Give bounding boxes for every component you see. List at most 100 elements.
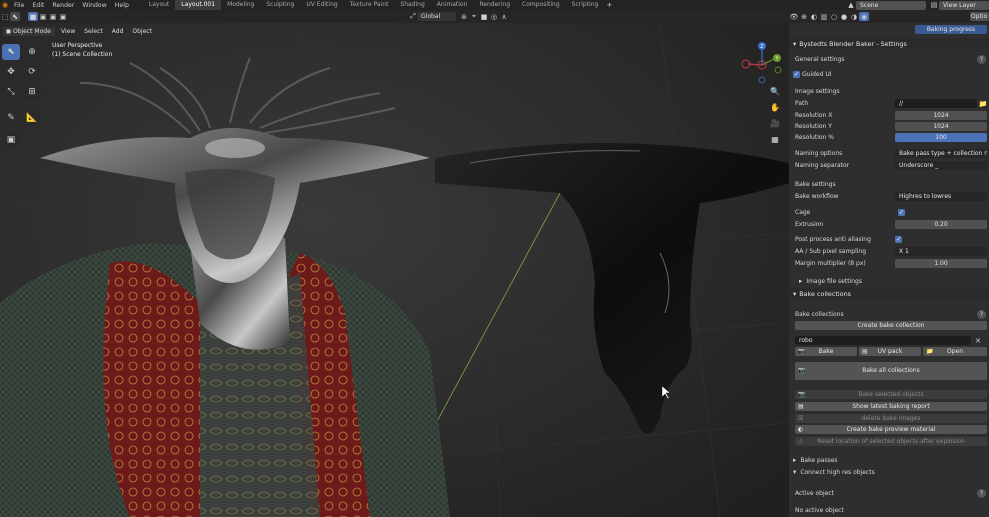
menu-select[interactable]: Select (81, 27, 106, 36)
measure-tool-icon[interactable]: 📐 (23, 110, 41, 126)
overlay-icon[interactable]: ◐ (809, 12, 819, 21)
menu-add[interactable]: Add (109, 27, 127, 36)
open-button[interactable]: 📁 Open (923, 347, 987, 356)
guided-ui-label: Guided UI (802, 70, 832, 78)
help-icon[interactable]: ? (977, 55, 986, 64)
tab-texture-paint[interactable]: Texture Paint (344, 0, 395, 10)
transform-orientation-select[interactable]: Global (418, 12, 456, 21)
shading-solid-icon[interactable]: ● (839, 12, 849, 21)
options-button[interactable]: Optio (970, 12, 989, 21)
resolution-x-field[interactable]: 1024 (895, 111, 987, 120)
blender-logo-icon[interactable]: ◉ (0, 1, 10, 10)
move-tool-icon[interactable]: ✥ (2, 64, 20, 80)
viewport-overlay-text: User Perspective (1) Scene Collection (52, 41, 112, 59)
proportional-edit-icon[interactable]: ◎ (489, 12, 499, 21)
rotate-tool-icon[interactable]: ⟳ (23, 64, 41, 80)
editor-type-icon[interactable]: ⬚ (0, 12, 10, 21)
object-mode-select[interactable]: ◼ Object Mode (3, 27, 55, 36)
view-layer-field[interactable]: View Layer (939, 0, 989, 10)
reset-location-button[interactable]: ⚠ Reset location of selected objects aft… (795, 437, 987, 446)
tab-layout[interactable]: Layout (143, 0, 175, 10)
create-preview-material-button[interactable]: ◐ Create bake preview material (795, 425, 987, 434)
tab-rendering[interactable]: Rendering (473, 0, 516, 10)
margin-multiplier-field[interactable]: 1.00 (895, 259, 987, 268)
snap-target-icon[interactable]: ■ (479, 12, 489, 21)
tab-compositing[interactable]: Compositing (516, 0, 566, 10)
visibility-icon[interactable]: 👁 (789, 12, 799, 21)
navigation-gizmo[interactable]: Z Y (740, 40, 785, 90)
path-input[interactable]: // (895, 99, 977, 108)
extrusion-field[interactable]: 0.20 (895, 220, 987, 229)
menu-edit[interactable]: Edit (28, 2, 48, 9)
aa-sampling-select[interactable]: X 1 (895, 247, 987, 256)
snap-icon[interactable]: ⌖ (469, 12, 479, 21)
select-mode-extend-icon[interactable]: ▣ (38, 12, 48, 21)
menu-render[interactable]: Render (48, 2, 78, 9)
add-workspace-icon[interactable]: + (604, 1, 614, 10)
cursor-tool-icon[interactable]: ⊕ (23, 44, 41, 60)
object-mode-icon: ◼ (6, 28, 11, 35)
shading-rendered-icon[interactable]: ◉ (859, 12, 869, 21)
pivot-icon[interactable]: ⊛ (459, 12, 469, 21)
3d-viewport[interactable] (0, 23, 789, 517)
tab-scripting[interactable]: Scripting (566, 0, 605, 10)
bake-all-collections-button[interactable]: 📷 Bake all collections (795, 362, 987, 380)
collection-name-input[interactable]: robo (795, 336, 971, 345)
post-process-aa-checkbox[interactable]: ✓ (895, 236, 902, 243)
show-baking-report-button[interactable]: ▤ Show latest baking report (795, 402, 987, 411)
tab-shading[interactable]: Shading (394, 0, 430, 10)
bake-passes-header[interactable]: ▸ Bake passes (793, 455, 987, 465)
xray-icon[interactable]: ▥ (819, 12, 829, 21)
uv-pack-button[interactable]: ▤ UV pack (859, 347, 921, 356)
pan-hand-icon[interactable]: ✋ (768, 100, 782, 114)
tab-layout-001[interactable]: Layout.001 (175, 0, 222, 10)
gizmo-icon[interactable]: ⊕ (799, 12, 809, 21)
bake-selected-objects-button[interactable]: 📷 Bake selected objects (795, 390, 987, 399)
add-cube-tool-icon[interactable]: ▣ (2, 132, 20, 148)
select-mode-new-icon[interactable]: ■ (28, 12, 38, 21)
menu-help[interactable]: Help (111, 2, 133, 9)
tab-animation[interactable]: Animation (431, 0, 474, 10)
naming-separator-select[interactable]: Underscore _ (895, 161, 987, 170)
select-mode-subtract-icon[interactable]: ▣ (48, 12, 58, 21)
camera-icon[interactable]: 🎥 (768, 116, 782, 130)
menu-object[interactable]: Object (129, 27, 155, 36)
tab-uv-editing[interactable]: UV Editing (300, 0, 343, 10)
bake-workflow-select[interactable]: Highres to lowres (895, 192, 987, 201)
falloff-icon[interactable]: ∧ (499, 12, 509, 21)
select-mode-invert-icon[interactable]: ▣ (58, 12, 68, 21)
baker-settings-header[interactable]: ▾ Bystedts Blender Baker - Settings (789, 38, 989, 49)
menu-view[interactable]: View (58, 27, 78, 36)
tab-sculpting[interactable]: Sculpting (260, 0, 300, 10)
expand-arrow-icon: ▸ (793, 456, 797, 464)
create-bake-collection-button[interactable]: Create bake collection (795, 321, 987, 330)
image-file-settings-row[interactable]: ▸ Image file settings (799, 276, 987, 286)
select-tool-icon[interactable]: ⬉ (10, 12, 20, 21)
scene-field[interactable]: Scene (856, 0, 926, 10)
naming-options-select[interactable]: Bake pass type + collection na... (895, 149, 987, 158)
collections-help-icon[interactable]: ? (977, 310, 986, 319)
transform-tool-icon[interactable]: ⊞ (23, 84, 41, 100)
delete-bake-images-button[interactable]: ☒ delete bake images (795, 414, 987, 423)
active-object-help-icon[interactable]: ? (977, 489, 986, 498)
zoom-icon[interactable]: 🔍 (768, 84, 782, 98)
folder-icon[interactable]: 📁 (978, 99, 988, 108)
scale-tool-icon[interactable]: ⤡ (2, 84, 20, 100)
shading-material-icon[interactable]: ◑ (849, 12, 859, 21)
annotate-tool-icon[interactable]: ✎ (2, 110, 20, 126)
baking-progress-tab[interactable]: Baking progress (915, 25, 987, 34)
bake-button[interactable]: 📷 Bake (795, 347, 857, 356)
select-box-tool-icon[interactable]: ⬉ (2, 44, 20, 60)
resolution-y-field[interactable]: 1024 (895, 122, 987, 131)
remove-collection-icon[interactable]: ✕ (973, 336, 983, 345)
resolution-percent-slider[interactable]: 100 (895, 133, 987, 142)
tab-modeling[interactable]: Modeling (221, 0, 260, 10)
cage-checkbox[interactable]: ✓ (898, 209, 905, 216)
guided-ui-checkbox[interactable]: ✓ (793, 71, 800, 78)
shading-wireframe-icon[interactable]: ○ (829, 12, 839, 21)
menu-window[interactable]: Window (78, 2, 110, 9)
grid-view-icon[interactable]: ▦ (768, 132, 782, 146)
menu-file[interactable]: File (10, 2, 28, 9)
bake-collections-section-header[interactable]: ▾ Bake collections (789, 288, 989, 299)
connect-high-res-header[interactable]: ▾ Connect high res objects (793, 467, 987, 477)
